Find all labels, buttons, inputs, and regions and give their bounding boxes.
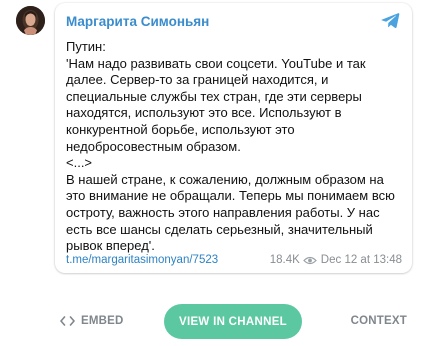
view-in-channel-button[interactable]: VIEW IN CHANNEL: [164, 304, 302, 339]
post-text-line: специальные службы тех стран, где эти се…: [66, 88, 362, 104]
post-text-line: 'Нам надо развивать свои соцсети. YouTub…: [66, 55, 366, 71]
context-button[interactable]: CONTEXT: [351, 315, 407, 327]
post-text-line: находятся, используют это все. Использую…: [66, 105, 342, 121]
author-name[interactable]: Маргарита Симоньян: [66, 14, 209, 29]
post-text-line: далее. Сервер-то за границей находится, …: [66, 72, 329, 88]
embed-button[interactable]: EMBED: [60, 315, 124, 327]
post-text-line: рывок вперед'.: [66, 238, 155, 254]
eye-icon: [302, 256, 317, 264]
view-count: 18.4K: [269, 254, 300, 266]
post-text-line: это внимание не обращали. Теперь мы пони…: [66, 188, 395, 204]
post-text-line: В нашей стране, к сожалению, должным обр…: [66, 171, 384, 187]
avatar-photo: [16, 6, 45, 35]
view-in-channel-label: VIEW IN CHANNEL: [179, 315, 287, 328]
post-date[interactable]: Dec 12 at 13:48: [321, 254, 402, 266]
context-label: CONTEXT: [350, 315, 407, 327]
post-text-line: Путин:: [66, 39, 106, 54]
post-text-line: <...>: [66, 155, 93, 171]
post-text-line: недобросовестным образом.: [66, 138, 241, 154]
post-text-line: есть все шансы сделать серьезный, значит…: [66, 221, 373, 237]
telegram-icon[interactable]: [381, 12, 400, 29]
post-meta: 18.4K Dec 12 at 13:48: [270, 254, 402, 266]
post-text-line: конкурентной борьбе, используют это: [66, 121, 295, 137]
post-card: Маргарита Симоньян Путин: 'Нам надо разв…: [55, 3, 412, 273]
post-text-line: остроту, важность этого направления рабо…: [66, 204, 380, 220]
avatar[interactable]: [16, 6, 45, 35]
code-brackets-icon: [60, 316, 75, 326]
embed-label: EMBED: [81, 315, 124, 327]
post-text: Путин: 'Нам надо развивать свои соцсети.…: [66, 39, 406, 255]
post-link[interactable]: t.me/margaritasimonyan/7523: [66, 254, 218, 266]
